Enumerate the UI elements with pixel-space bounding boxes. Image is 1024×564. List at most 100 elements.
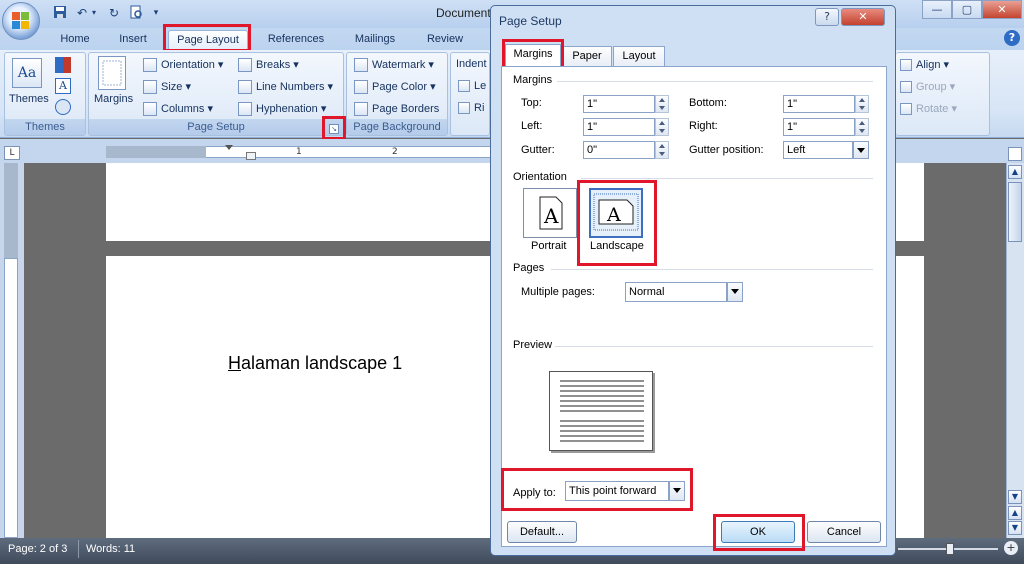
breaks-button[interactable]: Breaks ▾	[238, 58, 299, 73]
group-label-page-setup: Page Setup	[89, 119, 343, 135]
ruler-tick-1: 1	[296, 147, 302, 157]
ruler-margin-left	[106, 146, 206, 158]
svg-text:A: A	[543, 204, 559, 228]
print-preview-icon[interactable]	[128, 5, 144, 21]
highlight-page-layout-tab	[163, 24, 251, 52]
right-margin-input[interactable]: 1"	[783, 118, 855, 136]
highlight-apply-to	[501, 468, 693, 511]
theme-effects-icon[interactable]	[55, 99, 71, 115]
multiple-pages-select[interactable]: Normal	[625, 282, 727, 302]
page-count-status[interactable]: Page: 2 of 3	[8, 543, 67, 555]
first-line-indent-marker[interactable]	[225, 145, 233, 150]
rotate-button[interactable]: Rotate ▾	[900, 102, 957, 116]
zoom-slider-thumb[interactable]	[946, 543, 954, 555]
orientation-section-label: Orientation	[513, 171, 567, 183]
cancel-button[interactable]: Cancel	[807, 521, 881, 543]
pages-section-label: Pages	[513, 262, 545, 274]
page-1	[106, 163, 498, 241]
scroll-down-icon[interactable]: ▼	[1008, 490, 1022, 504]
left-margin-input[interactable]: 1"	[583, 118, 655, 136]
undo-dropdown-icon[interactable]: ▾	[90, 5, 98, 21]
line-numbers-button[interactable]: Line Numbers ▾	[238, 80, 333, 95]
page-2[interactable]	[106, 256, 498, 538]
orientation-button[interactable]: Orientation ▾	[143, 58, 223, 73]
gutter-spinner[interactable]	[655, 141, 669, 159]
right-label: Right:	[689, 120, 718, 132]
save-icon[interactable]	[52, 5, 68, 21]
dialog-help-button[interactable]: ?	[815, 8, 839, 26]
scroll-up-icon[interactable]: ▲	[1008, 165, 1022, 179]
top-margin-input[interactable]: 1"	[583, 95, 655, 113]
page-2-right	[894, 256, 924, 538]
dialog-close-button[interactable]: ✕	[841, 8, 885, 26]
indent-right-field[interactable]: Ri	[458, 102, 484, 115]
redo-icon[interactable]: ↻	[106, 5, 122, 21]
maximize-button[interactable]: ▢	[952, 0, 982, 19]
vertical-ruler-margin	[4, 163, 18, 258]
page-borders-button[interactable]: Page Borders	[354, 102, 439, 116]
indent-left-field[interactable]: Le	[458, 80, 486, 93]
multiple-pages-dropdown-icon[interactable]	[727, 282, 743, 302]
vertical-ruler[interactable]	[4, 258, 18, 538]
margins-icon[interactable]	[98, 56, 126, 90]
office-button[interactable]	[2, 2, 40, 40]
highlight-landscape-option	[577, 180, 657, 266]
bottom-margin-input[interactable]: 1"	[783, 95, 855, 113]
section-divider	[581, 178, 873, 179]
dialog-tab-layout[interactable]: Layout	[613, 46, 665, 66]
theme-colors-icon[interactable]	[55, 57, 71, 73]
bottom-label: Bottom:	[689, 97, 727, 109]
undo-icon[interactable]: ↶	[74, 5, 90, 21]
tab-review[interactable]: Review	[418, 30, 472, 50]
customize-qat-icon[interactable]: ▾	[148, 5, 164, 21]
zoom-in-icon[interactable]: +	[1004, 541, 1018, 555]
top-margin-spinner[interactable]	[655, 95, 669, 113]
gutter-position-select[interactable]: Left	[783, 141, 853, 159]
theme-fonts-icon[interactable]: A	[55, 78, 71, 94]
tab-selector-icon[interactable]: L	[4, 146, 20, 160]
columns-button[interactable]: Columns ▾	[143, 102, 213, 117]
themes-icon[interactable]: Aa	[12, 58, 42, 88]
hyphenation-icon	[238, 102, 252, 117]
watermark-button[interactable]: Watermark ▾	[354, 58, 434, 73]
align-button[interactable]: Align ▾	[900, 58, 949, 72]
group-button[interactable]: Group ▾	[900, 80, 955, 94]
hanging-indent-marker[interactable]	[246, 152, 256, 160]
help-icon[interactable]: ?	[1004, 30, 1020, 46]
right-margin-spinner[interactable]	[855, 118, 869, 136]
close-button[interactable]: ✕	[982, 0, 1022, 19]
gutter-input[interactable]: 0"	[583, 141, 655, 159]
hyphenation-button[interactable]: Hyphenation ▾	[238, 102, 326, 117]
minimize-button[interactable]: —	[922, 0, 952, 19]
dialog-tab-paper[interactable]: Paper	[562, 46, 612, 66]
view-ruler-icon[interactable]	[1008, 147, 1022, 161]
align-icon	[900, 59, 912, 72]
columns-icon	[143, 102, 157, 117]
previous-page-icon[interactable]: ▲	[1008, 506, 1022, 520]
tab-references[interactable]: References	[260, 30, 332, 50]
bottom-margin-spinner[interactable]	[855, 95, 869, 113]
portrait-option[interactable]: A	[523, 188, 577, 238]
themes-button[interactable]: Themes	[9, 93, 49, 105]
ruler-tick-2: 2	[392, 147, 398, 157]
document-text[interactable]: Halaman landscape 1	[228, 353, 402, 374]
preview-thumbnail	[549, 371, 653, 451]
top-label: Top:	[521, 97, 542, 109]
dialog-title: Page Setup	[499, 14, 562, 28]
scroll-thumb[interactable]	[1008, 182, 1022, 242]
orientation-icon	[143, 58, 157, 73]
tab-insert[interactable]: Insert	[110, 30, 156, 50]
left-margin-spinner[interactable]	[655, 118, 669, 136]
line-numbers-icon	[238, 80, 252, 95]
size-button[interactable]: Size ▾	[143, 80, 191, 95]
word-count-status[interactable]: Words: 11	[86, 543, 135, 555]
tab-mailings[interactable]: Mailings	[344, 30, 406, 50]
default-button[interactable]: Default...	[507, 521, 577, 543]
margins-button[interactable]: Margins	[94, 93, 133, 105]
page-color-button[interactable]: Page Color ▾	[354, 80, 436, 95]
gutter-position-dropdown-icon[interactable]	[853, 141, 869, 159]
tab-home[interactable]: Home	[52, 30, 98, 50]
size-icon	[143, 80, 157, 95]
left-label: Left:	[521, 120, 543, 132]
next-page-icon[interactable]: ▼	[1008, 521, 1022, 535]
